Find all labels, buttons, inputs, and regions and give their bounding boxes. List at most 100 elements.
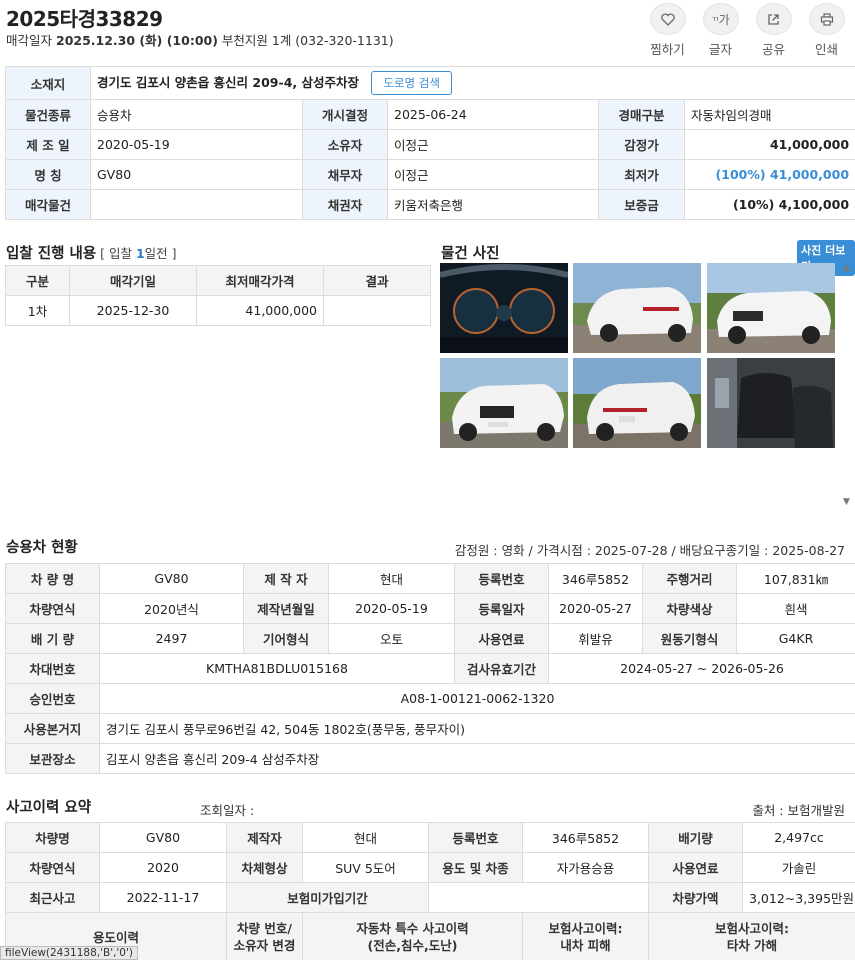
photo-grid [440, 263, 840, 509]
bid-date: 2025-12-30 [69, 295, 197, 326]
scroll-up-icon[interactable]: ▲ [843, 263, 850, 273]
favorite-button[interactable]: 찜하기 [641, 3, 694, 58]
accident-table: 차량명 GV80 제작자 현대 등록번호 346루5852 배기량 2,497c… [5, 822, 855, 960]
header-actions: 찜하기 ㄲ가 글자 공유 인쇄 [641, 3, 853, 58]
appraisal-label: 감정가 [598, 129, 685, 160]
photo-rear-right[interactable] [573, 358, 701, 448]
model-name-value: GV80 [90, 159, 303, 190]
model-year-label: 차량연식 [5, 593, 100, 624]
acc-usage-label: 용도 및 차종 [428, 852, 523, 883]
location-label: 소재지 [5, 66, 91, 100]
sale-info: 매각일자 2025.12.30 (화) (10:00) 부천지원 1계 (032… [6, 30, 394, 49]
sale-date: 2025.12.30 (화) (10:00) [56, 33, 218, 48]
font-size-icon: ㄲ가 [702, 3, 739, 35]
acc-recent-value: 2022-11-17 [99, 882, 227, 913]
bid-result [323, 295, 431, 326]
model-year-value: 2020년식 [99, 593, 244, 624]
reg-date-value: 2020-05-27 [548, 593, 643, 624]
approval-label: 승인번호 [5, 683, 100, 714]
deposit-label: 보증금 [598, 189, 685, 220]
car-name-value: GV80 [99, 563, 244, 594]
car-table: 차 량 명 GV80 제 작 자 현대 등록번호 346루5852 주행거리 1… [5, 563, 855, 774]
case-number: 2025타경33829 [6, 7, 163, 31]
acc-own-damage: 보험사고이력: 내차 피해 [522, 912, 649, 960]
acc-usage-value: 자가용승용 [522, 852, 649, 883]
production-date-label: 제작년월일 [243, 593, 329, 624]
font-size-label: 글자 [708, 42, 732, 57]
sale-item-label: 매각물건 [5, 189, 91, 220]
status-bar: fileView(2431188,'B','0') [0, 946, 138, 960]
heart-icon [649, 3, 686, 35]
bid-col-round: 구분 [5, 265, 70, 296]
acc-body-label: 차체형상 [226, 852, 303, 883]
color-label: 차량색상 [642, 593, 737, 624]
bid-col-date: 매각기일 [69, 265, 197, 296]
vin-label: 차대번호 [5, 653, 100, 684]
start-decision-label: 개시결정 [302, 99, 388, 130]
acc-reg-no-label: 등록번호 [428, 822, 523, 853]
photo-rear-left[interactable] [573, 263, 701, 353]
appraisal-value: 41,000,000 [683, 129, 855, 160]
fuel-value: 휘발유 [548, 623, 643, 654]
acc-value-label: 차량가액 [648, 882, 743, 913]
sale-item-value [90, 189, 303, 220]
table-row: 1차 2025-12-30 41,000,000 [5, 295, 431, 326]
car-appraisal-meta: 감정원 : 영화 / 가격시점 : 2025-07-28 / 배당요구종기일 :… [454, 543, 845, 558]
creditor-label: 채권자 [302, 189, 388, 220]
acc-other-damage: 보험사고이력: 타차 가해 [648, 912, 855, 960]
bid-col-result: 결과 [323, 265, 431, 296]
mileage-value: 107,831㎞ [736, 563, 855, 594]
acc-displacement-value: 2,497cc [742, 822, 855, 853]
start-decision-value: 2025-06-24 [387, 99, 599, 130]
auction-type-label: 경매구분 [598, 99, 685, 130]
acc-special-history: 자동차 특수 사고이력 (전손,침수,도난) [302, 912, 523, 960]
share-icon [755, 3, 792, 35]
model-name-label: 명 칭 [5, 159, 91, 190]
font-size-button[interactable]: ㄲ가 글자 [694, 3, 747, 58]
engine-type-value: G4KR [736, 623, 855, 654]
bid-title: 입찰 진행 내용 [6, 246, 97, 262]
print-icon [808, 3, 845, 35]
summary-table: 소재지 경기도 김포시 양촌읍 흥신리 209-4, 삼성주차장 도로명 검색 … [5, 66, 855, 220]
reg-no-label: 등록번호 [454, 563, 549, 594]
photo-dashboard[interactable] [440, 263, 568, 353]
deposit-value: (10%) 4,100,000 [683, 189, 855, 220]
accident-section-title: 사고이력 요약 [6, 800, 92, 816]
share-button[interactable]: 공유 [747, 3, 800, 58]
acc-displacement-label: 배기량 [648, 822, 743, 853]
print-label: 인쇄 [814, 42, 838, 57]
production-date-value: 2020-05-19 [328, 593, 455, 624]
location-value: 경기도 김포시 양촌읍 흥신리 209-4, 삼성주차장 [97, 75, 359, 90]
engine-type-label: 원동기형식 [642, 623, 737, 654]
bid-table: 구분 매각기일 최저매각가격 결과 1차 2025-12-30 41,000,0… [5, 265, 431, 326]
acc-car-name-value: GV80 [99, 822, 227, 853]
debtor-value: 이정근 [387, 159, 599, 190]
displacement-label: 배 기 량 [5, 623, 100, 654]
acc-year-value: 2020 [99, 852, 227, 883]
photo-front-right[interactable] [707, 263, 835, 353]
home-base-label: 사용본거지 [5, 713, 100, 744]
maker-label: 제 작 자 [243, 563, 329, 594]
acc-uninsured-value [428, 882, 649, 913]
owner-label: 소유자 [302, 129, 388, 160]
photo-interior[interactable] [707, 358, 835, 448]
displacement-value: 2497 [99, 623, 244, 654]
creditor-value: 키움저축은행 [387, 189, 599, 220]
photo-scrollbar[interactable]: ▲ ▼ [842, 263, 854, 509]
owner-value: 이정근 [387, 129, 599, 160]
road-name-search-button[interactable]: 도로명 검색 [371, 71, 452, 95]
acc-fuel-label: 사용연료 [648, 852, 743, 883]
scroll-down-icon[interactable]: ▼ [843, 497, 850, 507]
storage-value: 김포시 양촌읍 흥신리 209-4 삼성주차장 [99, 743, 855, 774]
accident-source: 출처 : 보험개발원 [752, 803, 845, 818]
bid-note: [ 입찰 1일전 ] [100, 246, 177, 261]
acc-maker-value: 현대 [302, 822, 429, 853]
photo-front-left[interactable] [440, 358, 568, 448]
vin-value: KMTHA81BDLU015168 [99, 653, 455, 684]
query-date: 조회일자 : [200, 803, 255, 818]
print-button[interactable]: 인쇄 [800, 3, 853, 58]
acc-year-label: 차량연식 [5, 852, 100, 883]
home-base-value: 경기도 김포시 풍무로96번길 42, 504동 1802호(풍무동, 풍무자이… [99, 713, 855, 744]
item-type-value: 승용차 [90, 99, 303, 130]
bid-price: 41,000,000 [196, 295, 324, 326]
